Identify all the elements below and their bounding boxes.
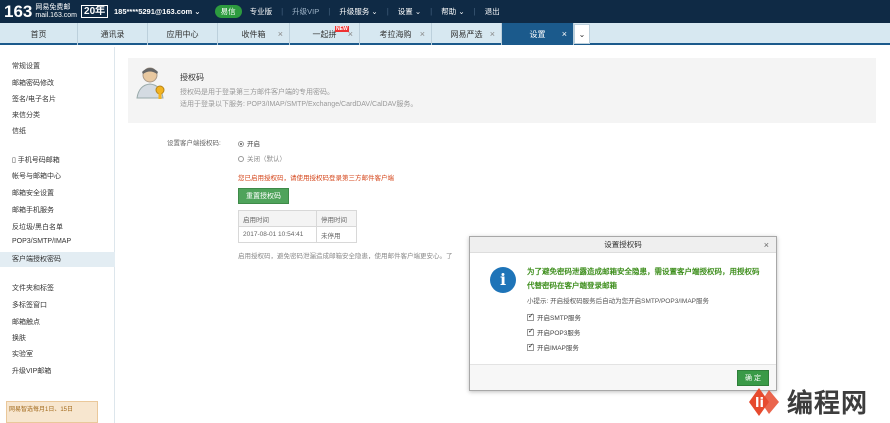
logo-brand: 网易免费邮 mail.163.com (35, 3, 78, 19)
radio-disable[interactable]: 关闭（默认） (238, 153, 286, 163)
sidebar-item-antispam[interactable]: 反垃圾/黑白名单 (12, 222, 63, 232)
sidebar-item-filters[interactable]: 来信分类 (12, 110, 40, 120)
sidebar-item-client-auth[interactable]: 客户端授权密码 (0, 252, 115, 267)
section-title: 授权码 (180, 73, 204, 82)
close-icon[interactable]: × (348, 29, 353, 39)
close-icon[interactable]: × (764, 237, 769, 253)
settings-menu[interactable]: 设置 ⌄ (398, 6, 421, 17)
tab-bar: 首页 通讯录 应用中心 收件箱 × 一起拼 NEW × 考拉海购 × 网易严选 × 设置 ×… (0, 23, 890, 45)
help-menu[interactable]: 帮助 ⌄ (441, 6, 464, 17)
svg-text:li: li (755, 396, 764, 411)
tab-settings[interactable]: 设置 × (502, 23, 574, 45)
watermark: li 编程网 (745, 380, 890, 423)
sidebar-item-stationery[interactable]: 信纸 (12, 126, 26, 136)
reset-auth-code-button[interactable]: 重置授权码 (238, 188, 289, 204)
promo-banner[interactable]: 网易智选每月1日、15日 (6, 401, 98, 423)
settings-sidebar: 常规设置 邮箱密码修改 签名/电子名片 来信分类 信纸 ▯ 手机号码邮箱 帐号与… (0, 47, 115, 423)
watermark-logo-icon: li (749, 387, 779, 416)
dialog-tip: 小提示: 开启授权码服务后自动为您开启SMTP/POP3/IMAP服务 (527, 298, 710, 305)
dialog-footer: 确 定 (470, 364, 776, 390)
user-key-icon (136, 67, 165, 99)
sidebar-item-phone-mailbox[interactable]: ▯ 手机号码邮箱 (12, 155, 60, 165)
close-icon[interactable]: × (278, 29, 283, 39)
enabled-notice: 您已启用授权码，请使用授权码登录第三方邮件客户端 (238, 175, 394, 182)
checkbox-pop3[interactable]: 开启POP3服务 (527, 327, 580, 337)
radio-checked-icon (238, 141, 244, 148)
section-description: 授权码是用于登录第三方邮件客户端的专用密码。 (180, 89, 334, 96)
watermark-text: 编程网 (787, 388, 869, 418)
info-icon: i (490, 267, 516, 293)
radio-unchecked-icon (238, 156, 244, 163)
sidebar-item-mobile-service[interactable]: 邮箱手机服务 (12, 205, 54, 215)
sidebar-item-security[interactable]: 邮箱安全设置 (12, 188, 54, 198)
sidebar-item-lab[interactable]: 实验室 (12, 349, 33, 359)
sidebar-item-account-center[interactable]: 帐号与邮箱中心 (12, 171, 61, 181)
logo-number: 163 (4, 2, 33, 21)
table-header: 停用时间 (316, 210, 357, 227)
footnote: 启用授权码，避免密码泄漏造成邮箱安全隐患，使用邮件客户端更安心。了 (238, 253, 453, 260)
section-services: 适用于登录以下服务: POP3/IMAP/SMTP/Exchange/CardD… (180, 101, 418, 108)
account-email-menu[interactable]: 185****5291@163.com ⌄ (114, 7, 201, 16)
tab-kaola[interactable]: 考拉海购 × (360, 23, 432, 45)
close-icon[interactable]: × (490, 29, 495, 39)
checkbox-checked-icon (527, 327, 534, 336)
upgrade-service-menu[interactable]: 升级服务 ⌄ (339, 6, 377, 17)
tab-app-center[interactable]: 应用中心 (148, 23, 218, 45)
sidebar-item-password[interactable]: 邮箱密码修改 (12, 78, 54, 88)
radio-enable[interactable]: 开启 (238, 138, 260, 148)
yixin-button[interactable]: 易信 (214, 5, 242, 18)
mail-logo[interactable]: 163 网易免费邮 mail.163.com 20年 (0, 3, 112, 20)
new-badge: NEW (335, 26, 349, 32)
sidebar-item-pop3[interactable]: POP3/SMTP/IMAP (12, 238, 71, 245)
close-icon[interactable]: × (562, 29, 567, 39)
top-bar: 163 网易免费邮 mail.163.com 20年 185****5291@16… (0, 0, 890, 23)
chevron-down-icon: ⌄ (578, 29, 586, 39)
pro-link[interactable]: 专业版 (250, 6, 273, 17)
dialog-header: 设置授权码 × (470, 237, 776, 253)
table-cell: 未停用 (316, 226, 357, 243)
checkbox-checked-icon (527, 312, 534, 321)
checkbox-smtp[interactable]: 开启SMTP服务 (527, 312, 581, 322)
tab-contacts[interactable]: 通讯录 (78, 23, 148, 45)
sidebar-item-signature[interactable]: 签名/电子名片 (12, 94, 56, 104)
tab-yiqipin[interactable]: 一起拼 NEW × (290, 23, 360, 45)
upgrade-vip-link[interactable]: 升级VIP (292, 6, 319, 17)
sidebar-item-multi-tab[interactable]: 多标签窗口 (12, 300, 47, 310)
sidebar-item-skin[interactable]: 换肤 (12, 333, 26, 343)
tab-inbox[interactable]: 收件箱 × (218, 23, 290, 45)
close-icon[interactable]: × (420, 29, 425, 39)
tab-yanxuan[interactable]: 网易严选 × (432, 23, 502, 45)
dialog-message: 为了避免密码泄露造成邮箱安全隐患，需设置客户端授权码，用授权码代替密码在客户端登… (527, 267, 760, 290)
sidebar-item-touchpoint[interactable]: 邮箱触点 (12, 317, 40, 327)
checkbox-imap[interactable]: 开启IMAP服务 (527, 342, 579, 352)
auth-code-table: 启用时间 停用时间 2017-08-01 10:54:41 未停用 (238, 210, 357, 243)
tab-more-dropdown[interactable]: ⌄ (574, 24, 590, 44)
sidebar-item-general[interactable]: 常规设置 (12, 61, 40, 71)
set-auth-code-dialog: 设置授权码 × i 为了避免密码泄露造成邮箱安全隐患，需设置客户端授权码，用授权码… (469, 236, 777, 391)
logout-link[interactable]: 退出 (485, 6, 500, 17)
tab-home[interactable]: 首页 (0, 23, 78, 45)
dialog-title: 设置授权码 (604, 240, 642, 249)
sidebar-item-folders[interactable]: 文件夹和标签 (12, 283, 54, 293)
table-cell: 2017-08-01 10:54:41 (238, 226, 317, 243)
checkbox-checked-icon (527, 342, 534, 351)
sidebar-item-upgrade-vip[interactable]: 升级VIP邮箱 (12, 366, 51, 376)
logo-years-badge: 20年 (81, 5, 109, 18)
setting-label: 设置客户端授权码: (167, 140, 221, 147)
table-header: 启用时间 (238, 210, 317, 227)
